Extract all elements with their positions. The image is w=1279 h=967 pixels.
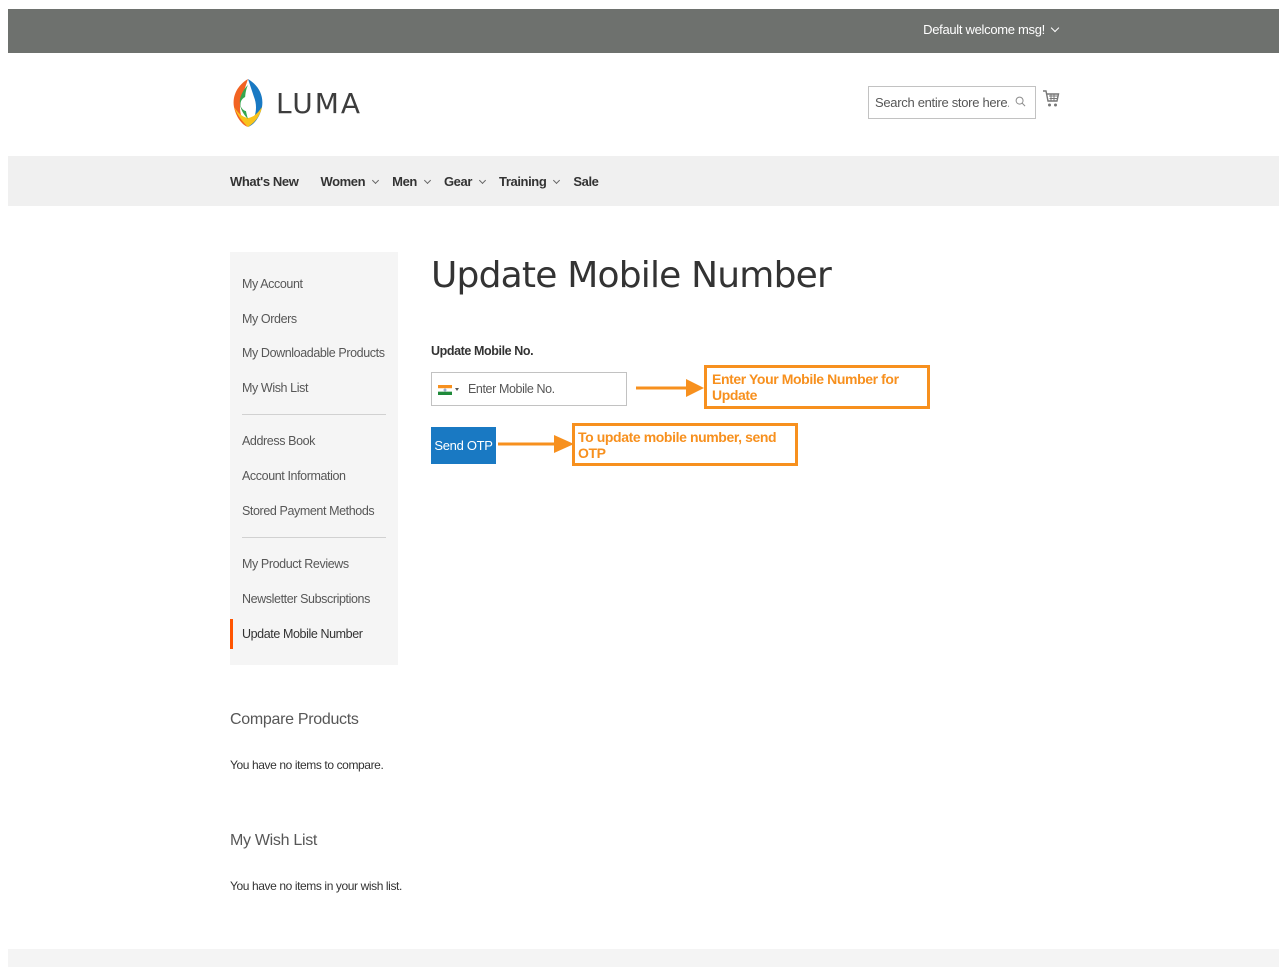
send-otp-callout: To update mobile number, send OTP	[572, 423, 798, 466]
nav-item-whats-new[interactable]: What's New	[230, 174, 299, 189]
logo-text: LUMA	[276, 86, 363, 120]
sidebar-item-my-orders[interactable]: My Orders	[242, 312, 297, 326]
nav-item-label: Gear	[443, 174, 472, 189]
cart-icon[interactable]	[1042, 89, 1060, 109]
arrow-right-icon	[636, 379, 704, 397]
sidebar-item-update-mobile-number: Update Mobile Number	[242, 627, 363, 641]
mobile-field-label: Update Mobile No.	[431, 344, 534, 358]
nav-item-men[interactable]: Men	[392, 174, 432, 189]
sidebar-item-my-account[interactable]: My Account	[242, 277, 303, 291]
welcome-message: Default welcome msg!	[923, 22, 1045, 37]
sidebar-item-product-reviews[interactable]: My Product Reviews	[242, 557, 349, 571]
account-sidebar: My Account My Orders My Downloadable Pro…	[230, 252, 398, 665]
nav-item-sale[interactable]: Sale	[573, 174, 599, 189]
sidebar-item-account-information[interactable]: Account Information	[242, 469, 346, 483]
nav-item-label: Training	[499, 174, 547, 189]
sidebar-item-wish-list[interactable]: My Wish List	[242, 381, 308, 395]
mobile-number-input[interactable]	[468, 373, 618, 405]
page-title: Update Mobile Number	[431, 255, 832, 296]
active-indicator	[230, 619, 233, 649]
chevron-down-icon	[553, 176, 561, 184]
search-input[interactable]	[869, 87, 1009, 118]
nav-item-label: What's New	[230, 174, 299, 189]
compare-products-title: Compare Products	[230, 711, 359, 728]
search-icon[interactable]	[1015, 96, 1026, 107]
chevron-down-icon	[478, 176, 487, 184]
luma-logo-icon	[233, 79, 263, 127]
luma-logo[interactable]: LUMA	[230, 77, 362, 129]
mobile-number-callout: Enter Your Mobile Number for Update	[704, 365, 930, 409]
page-footer	[8, 949, 1279, 967]
chevron-down-icon	[372, 176, 380, 184]
nav-item-label: Sale	[573, 174, 599, 189]
chevron-down-icon	[1050, 23, 1060, 32]
panel-header: Default welcome msg!	[8, 9, 1279, 53]
sidebar-item-stored-payment-methods[interactable]: Stored Payment Methods	[242, 504, 375, 518]
wish-list-title: My Wish List	[230, 832, 318, 849]
sidebar-item-address-book[interactable]: Address Book	[242, 434, 315, 448]
india-flag-icon[interactable]	[438, 385, 452, 395]
top-margin	[0, 0, 1279, 9]
mobile-number-field	[431, 372, 627, 406]
sidebar-divider	[242, 414, 386, 415]
nav-item-label: Women	[320, 174, 366, 189]
search-box[interactable]	[868, 86, 1036, 119]
send-otp-button[interactable]: Send OTP	[431, 427, 496, 464]
nav-item-training[interactable]: Training	[499, 174, 561, 189]
sidebar-divider	[242, 537, 386, 538]
compare-products-empty: You have no items to compare.	[230, 758, 384, 772]
nav-item-label: Men	[392, 174, 417, 189]
caret-down-icon[interactable]	[455, 388, 459, 391]
chevron-down-icon	[423, 176, 432, 184]
sidebar-item-downloadable-products[interactable]: My Downloadable Products	[242, 346, 385, 360]
nav-item-gear[interactable]: Gear	[443, 174, 487, 189]
main-navigation: What's New Women Men Gear Training Sale	[8, 156, 1279, 206]
arrow-right-icon	[498, 435, 574, 453]
wish-list-empty: You have no items in your wish list.	[230, 879, 402, 893]
welcome-dropdown[interactable]: Default welcome msg!	[923, 22, 1060, 37]
nav-item-women[interactable]: Women	[320, 174, 380, 189]
sidebar-item-newsletter-subscriptions[interactable]: Newsletter Subscriptions	[242, 592, 370, 606]
